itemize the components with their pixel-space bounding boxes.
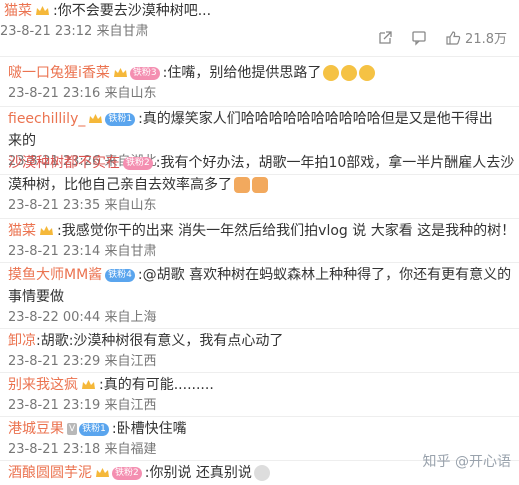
crown-icon <box>40 226 53 235</box>
vip-badge: V <box>67 423 78 435</box>
username[interactable]: 猫菜 <box>4 0 32 22</box>
username[interactable]: 别来我这疯 <box>8 374 78 396</box>
comment-text: :我感觉你干的出来 消失一年然后给我们拍vlog 说 大家看 这是我种的树！ <box>57 223 516 239</box>
username[interactable]: 摸鱼大师MM酱 <box>8 264 102 286</box>
username[interactable]: 啵一口兔猩i香菜 <box>8 62 110 84</box>
comment-text: :你不会要去沙漠种树吧... <box>53 3 212 19</box>
comment-meta: 23-8-21 23:16 来自山东 <box>8 86 157 101</box>
crown-icon <box>89 114 103 123</box>
cat-emoji-icon <box>252 177 268 193</box>
comment-text: :@胡歌 喜欢种树在蚂蚁森林上种种得了，你还有更有意义的 <box>137 267 512 283</box>
comment-row: 啵一口兔猩i香菜 铁粉3 :住嘴，别给他提供思路了 23-8-21 23:16 … <box>0 62 519 104</box>
crown-icon <box>113 68 127 77</box>
comment-text: :真的有可能......... <box>99 377 214 393</box>
share-icon[interactable] <box>377 30 393 46</box>
comment-row: 猫菜 :你不会要去沙漠种树吧... 23-8-21 23:12 来自甘肃 21.… <box>0 0 519 47</box>
comment-icon[interactable] <box>411 30 427 46</box>
comment-row: 摸鱼大师MM酱 铁粉4 :@胡歌 喜欢种树在蚂蚁森林上种种得了，你还有更有意义的… <box>0 264 519 328</box>
crown-icon <box>96 468 109 477</box>
comment-text: :你别说 还真别说 <box>144 465 252 481</box>
comment-text: :卧槽快住嘴 <box>111 421 187 437</box>
fan-badge: 铁粉2 <box>112 466 142 480</box>
fan-badge: 铁粉2 <box>123 156 153 170</box>
username[interactable]: 沙漠种树都不实在 <box>8 152 120 174</box>
like-button[interactable]: 21.8万 <box>445 28 507 47</box>
comment-meta: 23-8-21 23:14 来自甘肃 <box>8 244 157 259</box>
username[interactable]: fieechillily_ <box>8 108 85 130</box>
fan-badge: 铁粉1 <box>105 112 136 126</box>
bunny-emoji-icon <box>253 465 270 481</box>
fan-badge: 铁粉3 <box>129 66 160 80</box>
comment-meta: 23-8-21 23:29 来自江西 <box>8 354 157 369</box>
comment-row: 沙漠种树都不实在 铁粉2 :我有个好办法，胡歌一年拍10部戏，拿一半片酬雇人去沙… <box>0 152 519 216</box>
smile-emoji-icon <box>341 65 358 81</box>
username[interactable]: 港城豆果 <box>8 418 64 440</box>
username[interactable]: 卸凉 <box>8 330 36 352</box>
like-icon <box>446 30 461 45</box>
comment-text: :住嘴，别给他提供思路了 <box>162 65 322 81</box>
comment-row: 猫菜 :我感觉你干的出来 消失一年然后给我们拍vlog 说 大家看 这是我种的树… <box>0 220 519 262</box>
comment-text-cont: 来的 <box>8 133 36 149</box>
cat-emoji-icon <box>234 177 250 193</box>
comment-text: :真的爆笑家人们哈哈哈哈哈哈哈哈哈哈但是又是他干得出 <box>138 111 493 127</box>
comment-text: :胡歌:沙漠种树很有意义，我有点心动了 <box>36 333 284 349</box>
crown-icon <box>36 6 49 15</box>
comment-row: 别来我这疯 :真的有可能......... 23-8-21 23:19 来自江西 <box>0 374 519 416</box>
comment-meta: 23-8-21 23:35 来自山东 <box>8 198 157 213</box>
watermark: 知乎 @开心语 <box>422 454 511 470</box>
crown-icon <box>82 380 95 389</box>
fan-badge: 铁粉4 <box>105 268 135 282</box>
comment-meta: 23-8-22 00:44 来自上海 <box>8 310 157 325</box>
fan-badge: 铁粉1 <box>79 422 109 436</box>
username[interactable]: 猫菜 <box>8 220 36 242</box>
comment-text-cont: 漠种树，比他自己亲自去效率高多了 <box>8 177 232 193</box>
like-count: 21.8万 <box>465 32 507 47</box>
smile-emoji-icon <box>323 65 340 81</box>
smile-emoji-icon <box>359 65 376 81</box>
comment-text-cont: 事情要做 <box>8 289 64 305</box>
comment-text: :我有个好办法，胡歌一年拍10部戏，拿一半片酬雇人去沙 <box>155 155 515 171</box>
comment-actions: 21.8万 <box>377 28 507 47</box>
comment-meta: 23-8-21 23:19 来自江西 <box>8 398 157 413</box>
comment-row: 卸凉 :胡歌:沙漠种树很有意义，我有点心动了 23-8-21 23:29 来自江… <box>0 330 519 372</box>
username[interactable]: 酒酿圆圆芋泥 <box>8 462 92 484</box>
